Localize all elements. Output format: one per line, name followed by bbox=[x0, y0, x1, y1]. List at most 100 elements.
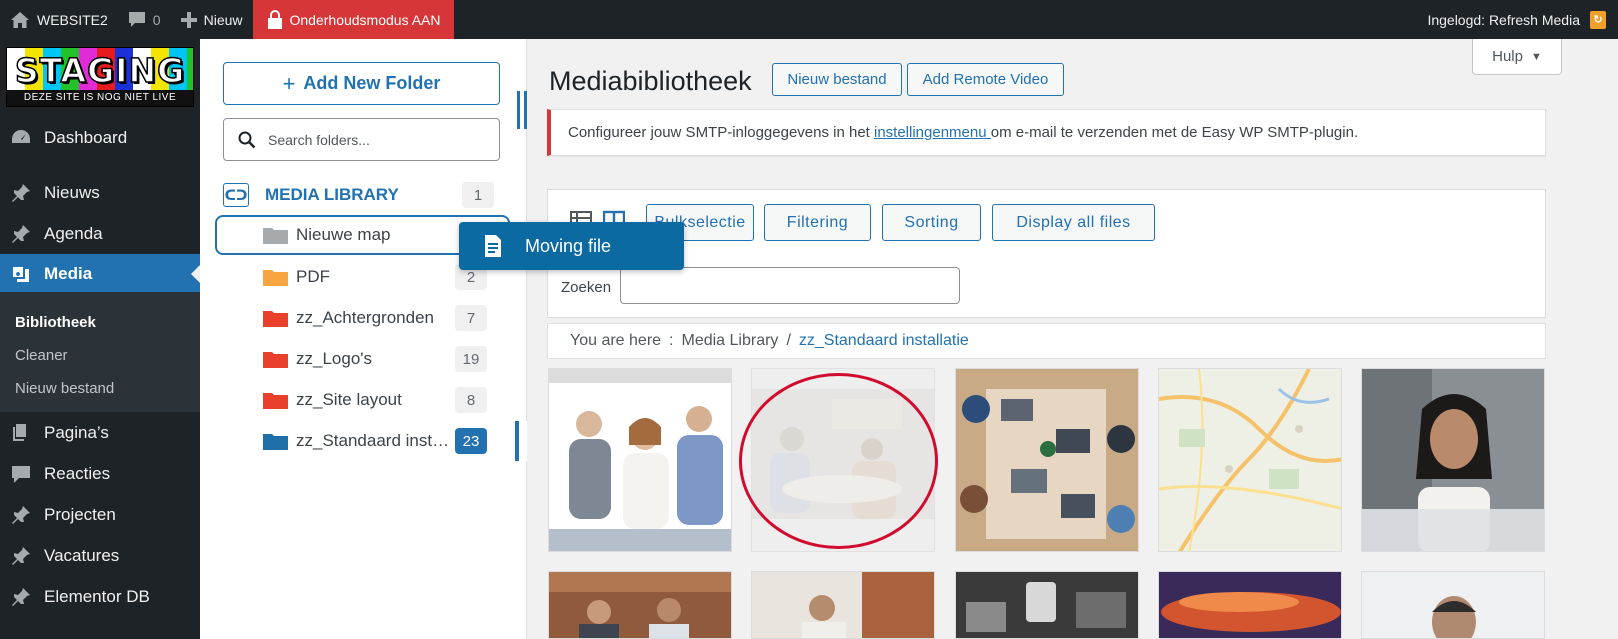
media-library-root[interactable]: ᑕᑐ MEDIA LIBRARY 1 bbox=[223, 180, 500, 210]
notice-text-before: Configureer jouw SMTP-inloggegevens in h… bbox=[568, 124, 874, 141]
submenu-cleaner[interactable]: Cleaner bbox=[15, 347, 68, 364]
media-submenu: Bibliotheek Cleaner Nieuw bestand bbox=[0, 292, 200, 412]
new-file-button[interactable]: Nieuw bestand bbox=[772, 63, 902, 96]
plus-icon bbox=[180, 11, 197, 28]
search-icon bbox=[238, 131, 256, 148]
media-library-label: MEDIA LIBRARY bbox=[265, 185, 399, 204]
folder-item-site-layout[interactable]: zz_Site layout 8 bbox=[200, 380, 527, 420]
breadcrumb-separator: / bbox=[786, 332, 791, 349]
search-label: Zoeken bbox=[561, 279, 612, 296]
submenu-bibliotheek[interactable]: Bibliotheek bbox=[15, 314, 96, 331]
office-team-image bbox=[752, 572, 934, 638]
folder-icon bbox=[263, 311, 288, 327]
page-title: Mediabibliotheek bbox=[549, 66, 752, 96]
menu-nieuws[interactable]: Nieuws bbox=[0, 173, 200, 213]
moving-file-tooltip: Moving file bbox=[459, 222, 684, 270]
folder-name: Nieuwe map bbox=[296, 225, 391, 244]
folder-count: 8 bbox=[455, 387, 487, 413]
avatar: ↻ bbox=[1590, 10, 1606, 29]
highlight-circle bbox=[739, 373, 938, 549]
home-icon bbox=[11, 11, 29, 28]
media-icon bbox=[13, 267, 29, 282]
breadcrumb: You are here : Media Library / zz_Standa… bbox=[547, 323, 1546, 359]
panel-resize-handle[interactable] bbox=[517, 91, 527, 129]
folder-count: 19 bbox=[455, 346, 487, 372]
folder-icon bbox=[263, 228, 288, 244]
man-portrait-image bbox=[1362, 572, 1544, 638]
logo-bottom-text: DEZE SITE IS NOG NIET LIVE bbox=[7, 90, 193, 106]
folder-item-standaard-installatie[interactable]: zz_Standaard inst… 23 bbox=[200, 421, 527, 461]
media-thumbnail[interactable] bbox=[1158, 368, 1342, 552]
site-name: WEBSITE2 bbox=[37, 11, 108, 28]
folder-panel: + Add New Folder Search folders... ᑕᑐ ME… bbox=[200, 39, 527, 639]
menu-paginas[interactable]: Pagina’s bbox=[0, 413, 200, 453]
folder-item-achtergronden[interactable]: zz_Achtergronden 7 bbox=[200, 298, 527, 338]
menu-label: Reacties bbox=[44, 464, 111, 483]
maintenance-mode-link[interactable]: Onderhoudsmodus AAN bbox=[252, 0, 455, 39]
submenu-nieuw-bestand[interactable]: Nieuw bestand bbox=[15, 380, 114, 397]
folder-count: 7 bbox=[455, 305, 487, 331]
search-folders-input[interactable]: Search folders... bbox=[223, 118, 500, 161]
notice-text-after: om e-mail te verzenden met de Easy WP SM… bbox=[990, 124, 1359, 141]
caret-down-icon: ▼ bbox=[1530, 50, 1542, 63]
media-library-count: 1 bbox=[462, 182, 494, 208]
menu-label: Elementor DB bbox=[44, 587, 150, 606]
menu-label: Agenda bbox=[44, 224, 103, 243]
media-thumbnail[interactable] bbox=[955, 368, 1139, 552]
plus-icon: + bbox=[282, 70, 296, 96]
media-thumbnail[interactable] bbox=[955, 571, 1139, 639]
menu-agenda[interactable]: Agenda bbox=[0, 214, 200, 254]
media-search-input[interactable] bbox=[620, 267, 960, 304]
sunset-sky-image bbox=[1159, 572, 1341, 638]
media-thumbnail[interactable] bbox=[548, 368, 732, 552]
new-label: Nieuw bbox=[203, 11, 243, 28]
lock-icon bbox=[267, 9, 282, 29]
folder-count: 23 bbox=[455, 428, 487, 454]
folder-icon bbox=[263, 393, 288, 409]
sorting-button[interactable]: Sorting bbox=[882, 204, 981, 241]
pushpin-icon bbox=[12, 184, 30, 202]
dashboard-gauge-icon bbox=[12, 130, 30, 143]
media-thumbnail[interactable] bbox=[1361, 368, 1545, 552]
document-icon bbox=[485, 235, 501, 257]
map-image bbox=[1159, 369, 1341, 551]
display-all-files-button[interactable]: Display all files bbox=[992, 204, 1155, 241]
media-toolbar: Bulkselectie Filtering Sorting Display a… bbox=[547, 189, 1546, 318]
add-remote-video-button[interactable]: Add Remote Video bbox=[907, 63, 1064, 96]
comments-link[interactable]: 0 bbox=[118, 0, 171, 39]
folder-item-logos[interactable]: zz_Logo's 19 bbox=[200, 339, 527, 379]
team-photo-image bbox=[549, 369, 731, 551]
new-content-link[interactable]: Nieuw bbox=[171, 0, 253, 39]
site-name-link[interactable]: WEBSITE2 bbox=[0, 0, 118, 39]
menu-elementor-db[interactable]: Elementor DB bbox=[0, 577, 200, 617]
media-thumbnail[interactable] bbox=[548, 571, 732, 639]
comments-count: 0 bbox=[152, 11, 161, 28]
media-thumbnail[interactable] bbox=[751, 571, 935, 639]
menu-label: Projecten bbox=[44, 505, 116, 524]
add-new-folder-button[interactable]: + Add New Folder bbox=[223, 62, 500, 105]
folder-icon bbox=[263, 270, 288, 286]
settings-menu-link[interactable]: instellingenmenu bbox=[874, 124, 991, 141]
breadcrumb-root[interactable]: Media Library bbox=[682, 332, 779, 350]
menu-dashboard[interactable]: Dashboard bbox=[0, 118, 200, 158]
folder-icon bbox=[263, 352, 288, 368]
account-menu[interactable]: Ingelogd: Refresh Media ↻ bbox=[1427, 10, 1618, 29]
breadcrumb-current[interactable]: zz_Standaard installatie bbox=[799, 332, 969, 350]
media-library-icon: ᑕᑐ bbox=[223, 183, 249, 207]
menu-projecten[interactable]: Projecten bbox=[0, 495, 200, 535]
menu-reacties[interactable]: Reacties bbox=[0, 454, 200, 494]
menu-media[interactable]: Media bbox=[0, 254, 200, 294]
media-thumbnail[interactable] bbox=[1158, 571, 1342, 639]
menu-label: Dashboard bbox=[44, 128, 128, 147]
breadcrumb-prefix: You are here bbox=[570, 332, 662, 349]
media-thumbnail[interactable] bbox=[1361, 571, 1545, 639]
pushpin-icon bbox=[12, 588, 30, 606]
menu-label: Pagina’s bbox=[44, 423, 109, 442]
help-tab-button[interactable]: Hulp ▼ bbox=[1472, 39, 1562, 75]
menu-vacatures[interactable]: Vacatures bbox=[0, 536, 200, 576]
folder-name: zz_Standaard inst… bbox=[296, 431, 450, 450]
moving-file-label: Moving file bbox=[525, 235, 612, 256]
folder-name: zz_Site layout bbox=[296, 390, 402, 409]
filtering-button[interactable]: Filtering bbox=[764, 204, 871, 241]
folder-name: zz_Logo's bbox=[296, 349, 373, 368]
